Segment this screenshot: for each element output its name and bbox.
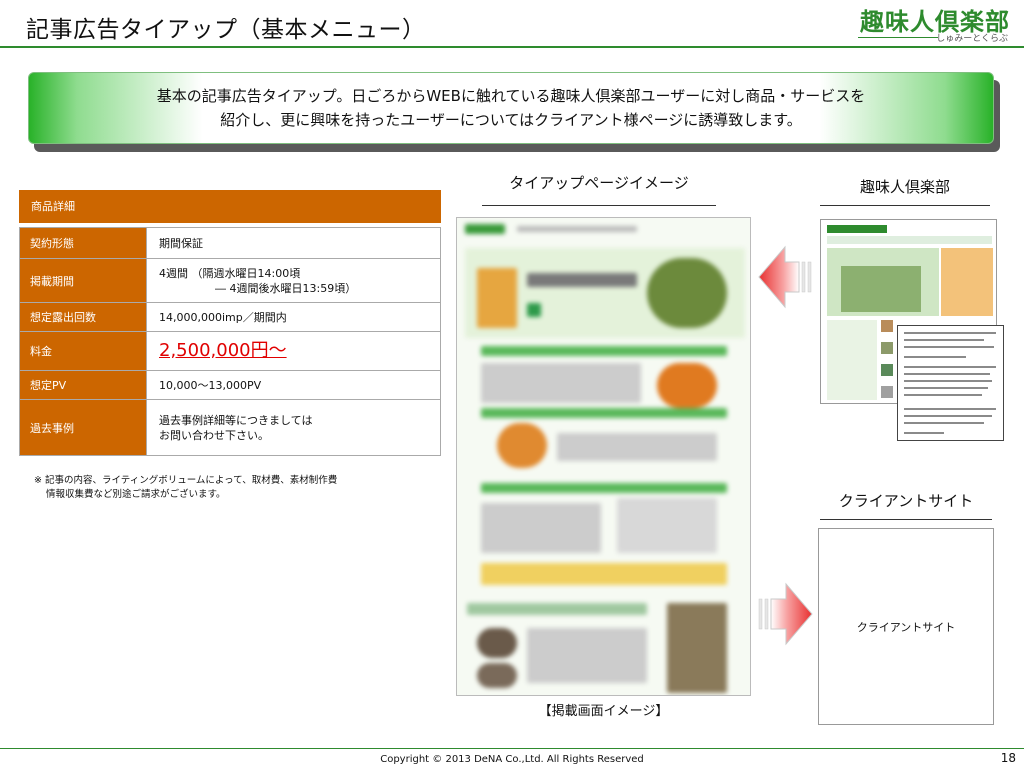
footnote-line-2: 情報収集費など別途ご請求がございます。 — [46, 489, 226, 500]
row-key: 想定PV — [19, 370, 147, 400]
table-row: 契約形態 期間保証 — [19, 227, 441, 259]
title-divider — [0, 46, 1024, 48]
logo-underline — [858, 37, 938, 38]
table-header: 商品詳細 — [19, 190, 441, 223]
row-value: 4週間 （隔週水曜日14:00頃 ― 4週間後水曜日13:59頃） — [146, 258, 441, 303]
row-value: 2,500,000円～ — [146, 331, 441, 371]
summary-banner: 基本の記事広告タイアップ。日ごろからWEBに触れている趣味人倶楽部ユーザーに対し… — [28, 72, 994, 144]
client-label: クライアントサイト — [838, 492, 974, 510]
row-value: 期間保証 — [146, 227, 441, 259]
client-label-rule — [820, 519, 992, 520]
banner-line-2: 紹介し、更に興味を持ったユーザーについてはクライアント様ページに誘導致します。 — [220, 111, 802, 129]
table-row: 掲載期間 4週間 （隔週水曜日14:00頃 ― 4週間後水曜日13:59頃） — [19, 258, 441, 303]
left-arrow-icon — [758, 245, 812, 309]
tieup-label: タイアップページイメージ — [509, 174, 689, 192]
row-value: 14,000,000imp／期間内 — [146, 302, 441, 332]
shumi-label-rule — [820, 205, 990, 206]
footnote-line-1: ※ 記事の内容、ライティングボリュームによって、取材費、素材制作費 — [34, 475, 338, 486]
row-value: 過去事例詳細等につきましては お問い合わせ下さい。 — [146, 399, 441, 456]
footer-divider — [0, 748, 1024, 749]
table-row: 過去事例 過去事例詳細等につきましては お問い合わせ下さい。 — [19, 399, 441, 456]
copyright: Copyright © 2013 DeNA Co.,Ltd. All Right… — [380, 754, 644, 765]
row-key: 料金 — [19, 331, 147, 371]
tieup-page-image — [456, 217, 751, 696]
period-line-2: ― 4週間後水曜日13:59頃） — [215, 281, 357, 295]
period-line-1: 4週間 （隔週水曜日14:00頃 — [159, 266, 301, 280]
image-caption: 【掲載画面イメージ】 — [538, 704, 669, 719]
brand-logo: 趣味人倶楽部 しゅみーとくらぶ — [850, 2, 1010, 44]
right-arrow-icon — [758, 582, 813, 646]
case-line-1: 過去事例詳細等につきましては — [159, 413, 313, 427]
overlay-article-screenshot — [897, 325, 1004, 441]
product-detail-table: 契約形態 期間保証 掲載期間 4週間 （隔週水曜日14:00頃 ― 4週間後水曜… — [19, 227, 441, 456]
blurred-page-content — [457, 218, 750, 695]
client-site-box: クライアントサイト — [818, 528, 994, 725]
case-line-2: お問い合わせ下さい。 — [159, 428, 269, 442]
price-value: 2,500,000円～ — [159, 339, 287, 361]
logo-reading: しゅみーとくらぶ — [936, 34, 1008, 44]
table-row: 想定露出回数 14,000,000imp／期間内 — [19, 302, 441, 332]
row-key: 想定露出回数 — [19, 302, 147, 332]
row-key: 契約形態 — [19, 227, 147, 259]
table-row: 料金 2,500,000円～ — [19, 331, 441, 371]
row-key: 過去事例 — [19, 399, 147, 456]
page-number: 18 — [1000, 751, 1016, 765]
banner-line-1: 基本の記事広告タイアップ。日ごろからWEBに触れている趣味人倶楽部ユーザーに対し… — [156, 87, 866, 105]
row-key: 掲載期間 — [19, 258, 147, 303]
shumi-label: 趣味人倶楽部 — [859, 178, 950, 196]
page-title: 記事広告タイアップ（基本メニュー） — [26, 17, 426, 43]
table-row: 想定PV 10,000～13,000PV — [19, 370, 441, 400]
tieup-label-rule — [482, 205, 716, 206]
row-value: 10,000～13,000PV — [146, 370, 441, 400]
footnote: ※ 記事の内容、ライティングボリュームによって、取材費、素材制作費 情報収集費な… — [34, 474, 337, 502]
